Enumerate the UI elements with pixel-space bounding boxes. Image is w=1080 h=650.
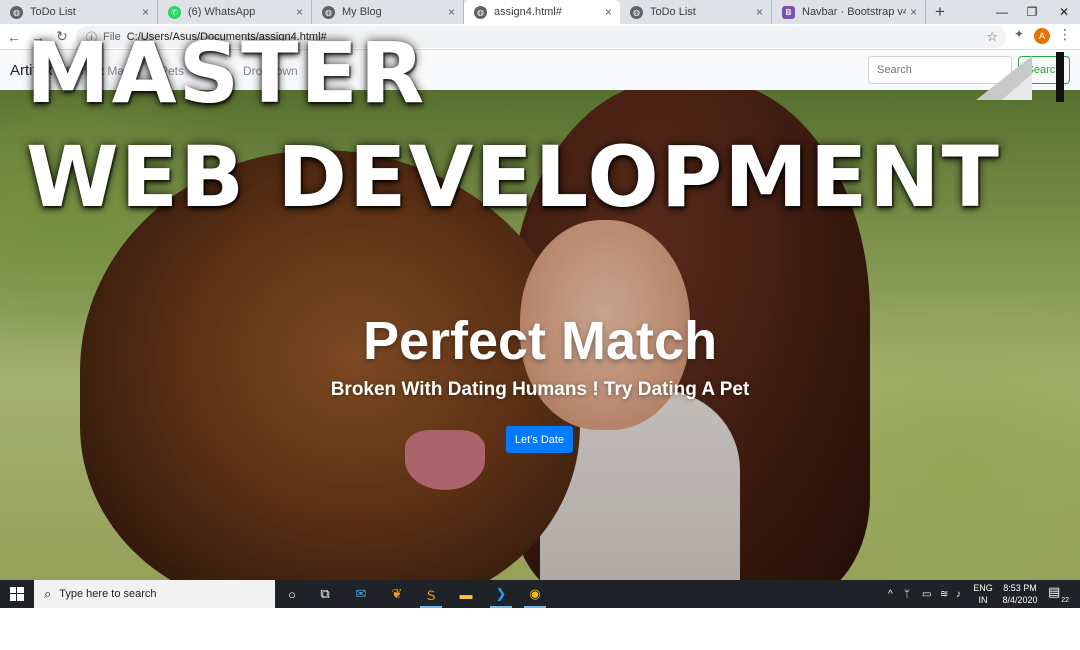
extension-icon[interactable]: ✦ <box>1014 27 1024 41</box>
taskbar-search-placeholder: Type here to search <box>59 588 157 600</box>
overlay-heading-line2: WEB DEVELOPMENT <box>26 128 1001 226</box>
star-icon[interactable]: ☆ <box>986 29 998 45</box>
lets-date-button[interactable]: Let's Date <box>506 426 573 453</box>
tab-todo-list-1[interactable]: ◍ ToDo List × <box>0 0 158 24</box>
fl-studio-icon[interactable]: ❦ <box>382 582 412 606</box>
globe-icon: ◍ <box>322 5 335 19</box>
file-explorer-icon[interactable]: ▬ <box>451 582 481 606</box>
volume-icon[interactable]: ♪ <box>956 580 961 608</box>
bootstrap-icon: B <box>782 5 795 19</box>
globe-icon: ◍ <box>10 5 23 19</box>
taskbar-clock[interactable]: 8:53 PM 8/4/2020 <box>998 582 1042 606</box>
overlay-heading-line1: MASTER <box>26 24 427 122</box>
notification-center-icon[interactable]: ▤ 22 <box>1048 584 1070 604</box>
close-icon[interactable]: × <box>756 5 763 19</box>
battery-icon[interactable]: ▭ <box>922 580 931 608</box>
artifex-logo: artifex <box>976 52 1064 102</box>
clock-date: 8/4/2020 <box>1002 595 1038 605</box>
tab-my-blog[interactable]: ◍ My Blog × <box>312 0 464 24</box>
search-icon: ⌕ <box>44 586 52 601</box>
task-view-icon[interactable]: ⧉ <box>310 582 340 606</box>
tab-assign4[interactable]: ◍ assign4.html# × <box>464 0 620 24</box>
logo-text: artifex <box>1056 56 1064 83</box>
network-people-icon[interactable]: ᛘ <box>904 580 910 608</box>
taskbar-search-box[interactable]: ⌕ Type here to search <box>34 580 275 608</box>
sublime-text-icon[interactable]: Ｓ <box>416 582 446 608</box>
windows-start-icon[interactable] <box>0 580 34 608</box>
clock-time: 8:53 PM <box>1003 583 1037 593</box>
vs-code-icon[interactable]: ❯ <box>486 582 516 608</box>
menu-icon[interactable]: ⋮ <box>1058 26 1072 43</box>
close-icon[interactable]: × <box>910 5 917 19</box>
wifi-icon[interactable]: ≋ <box>940 580 948 608</box>
chrome-icon[interactable]: ◉ <box>520 582 550 608</box>
browser-tab-strip: ◍ ToDo List × ✆ (6) WhatsApp × ◍ My Blog… <box>0 0 1080 24</box>
close-icon[interactable]: × <box>142 5 149 19</box>
tray-chevron-icon[interactable]: ^ <box>888 580 893 608</box>
language-code: ENG <box>973 583 993 593</box>
language-indicator[interactable]: ENG IN <box>970 582 996 606</box>
tab-todo-list-2[interactable]: ◍ ToDo List × <box>620 0 772 24</box>
window-close-icon[interactable]: ✕ <box>1046 0 1080 24</box>
whatsapp-icon: ✆ <box>168 5 181 19</box>
tab-bootstrap-navbar[interactable]: B Navbar · Bootstrap v4.5 × <box>772 0 926 24</box>
maximize-icon[interactable]: ❐ <box>1014 0 1050 24</box>
region-code: IN <box>978 595 988 605</box>
globe-icon: ◍ <box>474 5 487 19</box>
tab-label: Navbar · Bootstrap v4.5 <box>802 6 906 18</box>
new-tab-button[interactable]: + <box>926 0 954 24</box>
notification-count: 22 <box>1060 597 1070 604</box>
back-arrow-icon[interactable]: ← <box>2 25 26 49</box>
hero-subtitle: Broken With Dating Humans ! Try Dating A… <box>330 379 750 400</box>
cortana-icon[interactable]: ○ <box>277 582 307 606</box>
close-icon[interactable]: × <box>605 5 612 19</box>
profile-avatar[interactable]: A <box>1034 28 1050 44</box>
tab-label: (6) WhatsApp <box>188 6 256 18</box>
tab-label: ToDo List <box>30 6 76 18</box>
mail-icon[interactable]: ✉ <box>346 582 376 606</box>
close-icon[interactable]: × <box>448 5 455 19</box>
windows-taskbar: ⌕ Type here to search ○ ⧉ ✉ ❦ Ｓ ▬ ❯ ◉ ^ … <box>0 580 1080 608</box>
tab-label: ToDo List <box>650 6 696 18</box>
globe-icon: ◍ <box>630 5 643 19</box>
tab-whatsapp[interactable]: ✆ (6) WhatsApp × <box>158 0 312 24</box>
hero-title: Perfect Match <box>362 311 718 371</box>
tab-label: assign4.html# <box>494 6 562 18</box>
close-icon[interactable]: × <box>296 5 303 19</box>
tab-label: My Blog <box>342 6 382 18</box>
